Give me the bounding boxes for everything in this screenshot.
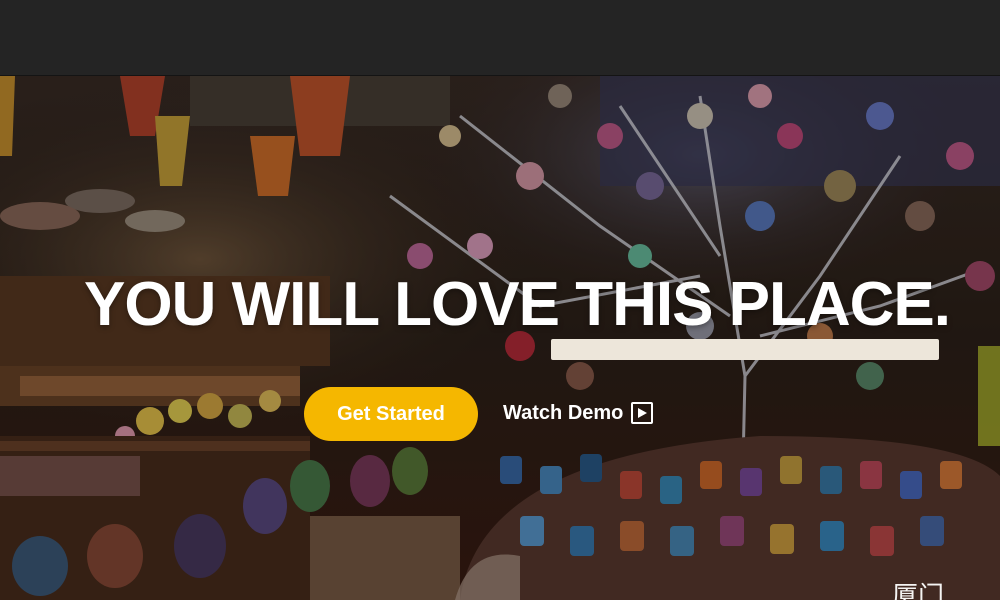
watch-demo-label: Watch Demo: [503, 401, 624, 424]
play-icon: [631, 402, 654, 424]
corner-watermark-text: 厦门: [892, 582, 945, 600]
top-navbar: [0, 0, 1000, 76]
hero-headline: YOU WILL LOVE THIS PLACE.: [84, 270, 951, 339]
hero-subtitle-placeholder: [551, 339, 939, 360]
hero-section: YOU WILL LOVE THIS PLACE. Get Started Wa…: [0, 76, 1000, 600]
get-started-button[interactable]: Get Started: [304, 387, 478, 441]
watch-demo-link[interactable]: Watch Demo: [503, 398, 654, 428]
